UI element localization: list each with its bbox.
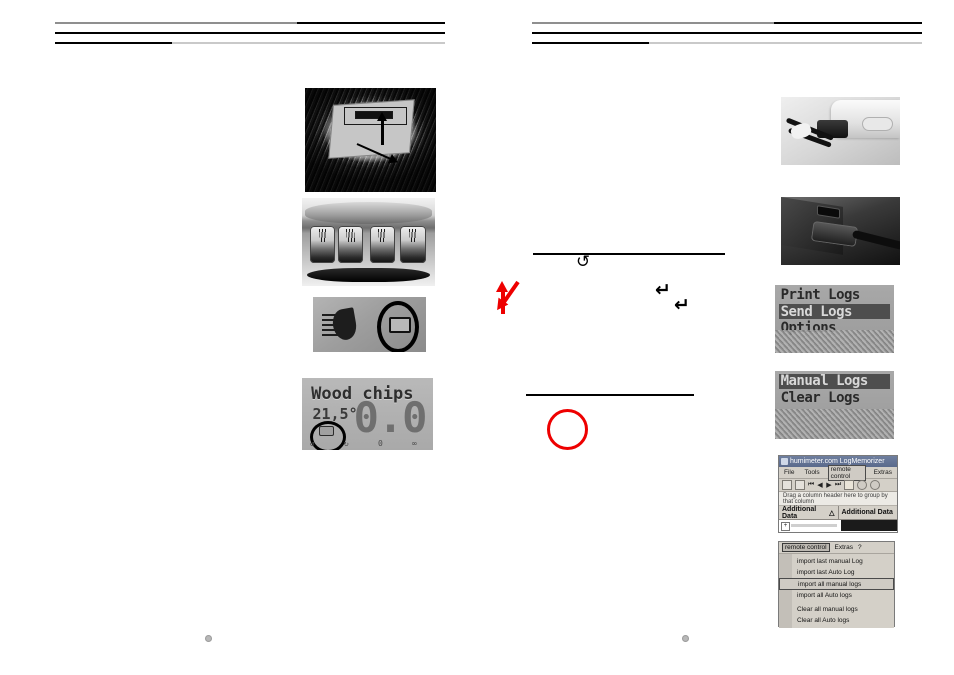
header-rule-3 bbox=[532, 42, 922, 44]
menu-item-import-last-auto-log[interactable]: import last Auto Log bbox=[779, 567, 894, 578]
menu-item-import-last-manual-log[interactable]: import last manual Log bbox=[779, 556, 894, 567]
menu-item-extras[interactable]: Extras bbox=[835, 544, 853, 551]
battery-level-icon bbox=[389, 316, 412, 333]
header-rule-3 bbox=[55, 42, 445, 44]
header-rule-3-segment-black bbox=[532, 42, 649, 44]
header-rule-1-segment-black bbox=[773, 22, 922, 24]
header-rule-2 bbox=[55, 32, 445, 34]
menu-item-extras[interactable]: Extras bbox=[872, 469, 894, 476]
lcd-highlight-circle bbox=[309, 421, 346, 450]
refresh-button[interactable] bbox=[870, 480, 880, 490]
dropdown-menu-bar: remote control Extras ? bbox=[779, 542, 894, 554]
lcd-menu-send-logs-photo: Print Logs Send Logs Options bbox=[775, 285, 894, 353]
header-rule-1 bbox=[532, 22, 922, 24]
battery-cell bbox=[369, 226, 396, 264]
last-record-button[interactable]: ⏭ bbox=[835, 481, 841, 489]
usb-cord bbox=[852, 230, 900, 251]
menu-item-remote-control[interactable]: remote control bbox=[827, 464, 866, 481]
lcd-footer-right: ∞ bbox=[412, 438, 417, 448]
panel-trace-inner bbox=[354, 110, 394, 120]
lcd-menu-item: Print Logs bbox=[780, 287, 861, 304]
table-row[interactable] bbox=[791, 524, 837, 527]
enter-icon-2: ↵ bbox=[674, 294, 690, 316]
left-page: Wood chips 21,5° 0.0 ↺ ↻ 0 ∞ bbox=[0, 0, 477, 675]
left-page-footer-mark bbox=[205, 635, 212, 642]
menu-item-import-all-auto-logs[interactable]: import all Auto logs bbox=[779, 590, 894, 601]
menu-item-tools[interactable]: Tools bbox=[802, 469, 821, 476]
menu-item-clear-all-manual-logs[interactable]: Clear all manual logs bbox=[779, 604, 894, 615]
first-record-button[interactable]: ⏮ bbox=[808, 481, 814, 489]
usb-cable-to-laptop-photo bbox=[781, 197, 900, 265]
enter-icon-1: ↵ bbox=[655, 279, 671, 301]
menu-item-remote-control[interactable]: remote control bbox=[782, 543, 830, 552]
header-rule-3-segment-black bbox=[55, 42, 172, 44]
lcd-footer-mid: ↻ bbox=[343, 438, 349, 448]
table-row-highlight bbox=[841, 520, 897, 531]
right-page-footer-mark bbox=[682, 635, 689, 642]
battery-indicator-icon-photo bbox=[313, 297, 426, 352]
logmemorizer-window-screenshot: humimeter.com LogMemorizer File Tools re… bbox=[778, 455, 898, 533]
lcd-moisture-value: 0.0 bbox=[353, 392, 428, 442]
lcd-footer-left: ↺ bbox=[309, 438, 315, 448]
lcd-menu-item-selected: Send Logs bbox=[778, 304, 891, 319]
window-toolbar: ⏮ ◀ ▶ ⏭ bbox=[779, 479, 897, 492]
table-body: + bbox=[779, 520, 897, 532]
highlight-circle-icon bbox=[547, 409, 588, 450]
column-header-additional-data-1[interactable]: Additional Data △ bbox=[779, 505, 839, 520]
group-by-hint[interactable]: Drag a column header here to group by th… bbox=[779, 492, 897, 506]
refresh-icon: ↺ bbox=[576, 252, 591, 272]
usb-cable-to-device-photo bbox=[781, 97, 900, 165]
lcd-menu-item-selected: Manual Logs bbox=[778, 373, 891, 389]
moisture-droplet-icon bbox=[330, 307, 359, 342]
lcd-measurement-photo: Wood chips 21,5° 0.0 ↺ ↻ 0 ∞ bbox=[302, 378, 433, 450]
menu-item-clear-all-auto-logs[interactable]: Clear all Auto logs bbox=[779, 615, 894, 626]
menu-item-import-all-manual-logs[interactable]: import all manual logs bbox=[779, 578, 894, 590]
battery-cell bbox=[400, 226, 426, 264]
panel-arrow-up-icon bbox=[376, 112, 387, 146]
menu-item-file[interactable]: File bbox=[782, 469, 796, 476]
lcd-menu-manual-logs-photo: Manual Logs Clear Logs bbox=[775, 371, 894, 439]
battery-base bbox=[307, 268, 430, 283]
next-record-button[interactable]: ▶ bbox=[826, 481, 832, 489]
lcd-texture bbox=[775, 409, 894, 439]
row-expander-icon[interactable]: + bbox=[781, 522, 790, 531]
app-logo-icon bbox=[781, 458, 788, 465]
section-divider-1 bbox=[533, 253, 725, 255]
header-rule-1-segment-gray bbox=[55, 22, 297, 24]
battery-compartment-photo bbox=[302, 198, 435, 286]
window-menu-bar: File Tools remote control Extras bbox=[779, 464, 897, 481]
lcd-texture bbox=[775, 329, 894, 353]
prev-record-button[interactable]: ◀ bbox=[817, 481, 823, 489]
remote-control-dropdown-screenshot: remote control Extras ? import last manu… bbox=[778, 541, 895, 628]
section-divider-2 bbox=[526, 394, 694, 396]
export-button[interactable] bbox=[795, 480, 805, 490]
battery-lid bbox=[304, 201, 433, 225]
header-rule-2 bbox=[532, 32, 922, 34]
header-rule-1-segment-black bbox=[296, 22, 445, 24]
header-rule-3-segment-light bbox=[172, 42, 445, 44]
right-page: ↺ ↵ ↵ Print Logs Send Logs Options Manua… bbox=[477, 0, 954, 675]
table-header-row: Additional Data △ Additional Data bbox=[779, 506, 897, 520]
lcd-menu-item: Clear Logs bbox=[780, 389, 861, 406]
battery-cell bbox=[309, 226, 336, 264]
dropdown-panel: import last manual Log import last Auto … bbox=[779, 554, 894, 628]
edit-button[interactable] bbox=[844, 480, 854, 490]
lcd-temperature-value: 21,5° bbox=[312, 405, 358, 424]
column-header-label: Additional Data bbox=[782, 505, 817, 520]
column-header-label: Additional Data bbox=[841, 509, 893, 516]
header-rule-1 bbox=[55, 22, 445, 24]
menu-item-help[interactable]: ? bbox=[858, 544, 862, 551]
lcd-footer-value: 0 bbox=[377, 438, 383, 448]
header-rule-1-segment-gray bbox=[532, 22, 774, 24]
sort-ascending-icon: △ bbox=[829, 509, 835, 517]
open-button[interactable] bbox=[782, 480, 792, 490]
battery-cell bbox=[337, 226, 364, 264]
cancel-button[interactable] bbox=[857, 480, 867, 490]
device-panel-photo bbox=[305, 88, 436, 192]
header-rule-3-segment-light bbox=[649, 42, 922, 44]
column-header-additional-data-2[interactable]: Additional Data bbox=[838, 506, 897, 519]
device-port bbox=[862, 117, 893, 131]
